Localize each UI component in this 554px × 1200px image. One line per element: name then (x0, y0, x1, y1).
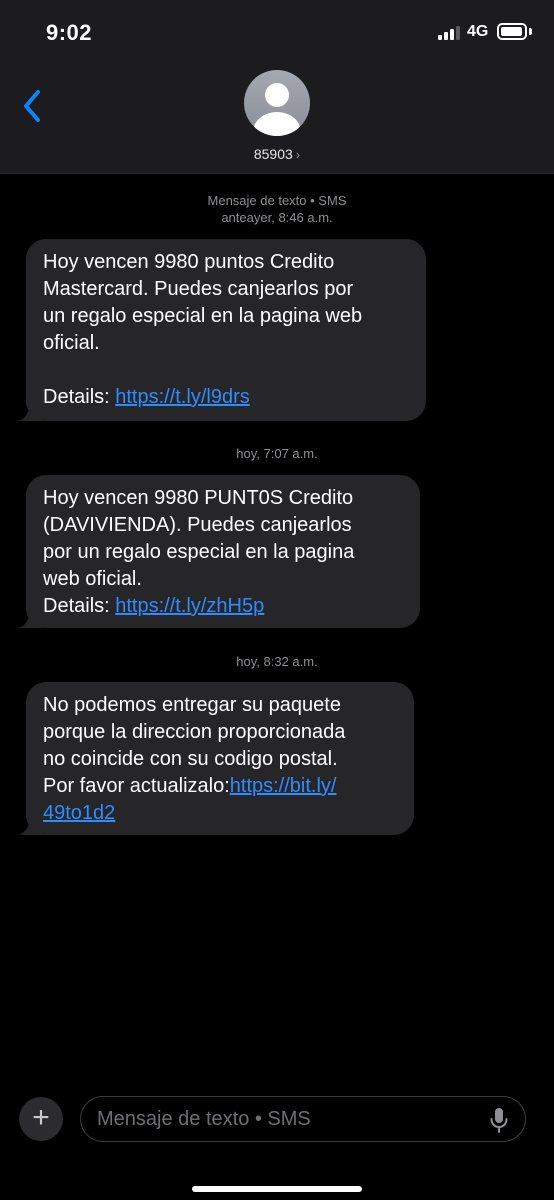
timestamp-day: anteayer, (221, 210, 275, 225)
cellular-signal-icon (438, 26, 460, 40)
message-link[interactable]: https://t.ly/zhH5p (115, 595, 264, 617)
battery-tip (529, 28, 532, 35)
chevron-left-icon (24, 90, 40, 122)
microphone-icon[interactable] (489, 1107, 509, 1133)
message-composer[interactable] (80, 1096, 526, 1142)
back-button[interactable] (18, 86, 48, 126)
status-bar: 9:02 4G (0, 0, 554, 64)
message-input[interactable] (97, 1105, 477, 1133)
contact-number: 85903 (253, 146, 293, 162)
apps-button[interactable]: + (19, 1097, 63, 1141)
timestamp-time: 7:07 a.m. (263, 446, 318, 461)
message-bubble[interactable]: No podemos entregar su paquete porque la… (18, 682, 414, 835)
message-bubble[interactable]: Hoy vencen 9980 PUNT0S Credito (DAVIVIEN… (18, 475, 420, 628)
contact-avatar[interactable] (244, 70, 310, 136)
bubble-tail (18, 401, 42, 421)
bubble-tail (18, 608, 42, 628)
battery-icon (497, 23, 527, 40)
service-label: Mensaje de texto • SMS (207, 193, 347, 208)
plus-icon: + (32, 1101, 50, 1134)
timestamp: hoy, 8:32 a.m. (0, 653, 554, 670)
conversation-header: 85903 › (0, 64, 554, 174)
timestamp-time: 8:46 a.m. (278, 210, 333, 225)
timestamp-day: hoy, (236, 654, 260, 669)
chevron-right-icon: › (295, 147, 301, 162)
contact-name[interactable]: 85903 › (0, 146, 554, 162)
message-bubble[interactable]: Hoy vencen 9980 puntos Credito Mastercar… (18, 239, 426, 421)
status-time: 9:02 (46, 20, 93, 45)
home-indicator[interactable] (192, 1186, 362, 1192)
timestamp: hoy, 7:07 a.m. (0, 445, 554, 462)
message-link[interactable]: https://t.ly/l9drs (115, 386, 250, 408)
timestamp: Mensaje de texto • SMS anteayer, 8:46 a.… (0, 192, 554, 226)
bubble-tail (18, 815, 42, 835)
message-text: Hoy vencen 9980 puntos Credito Mastercar… (43, 251, 363, 408)
person-icon (253, 83, 301, 136)
timestamp-time: 8:32 a.m. (263, 654, 318, 669)
network-type: 4G (467, 23, 489, 40)
timestamp-day: hoy, (236, 446, 260, 461)
